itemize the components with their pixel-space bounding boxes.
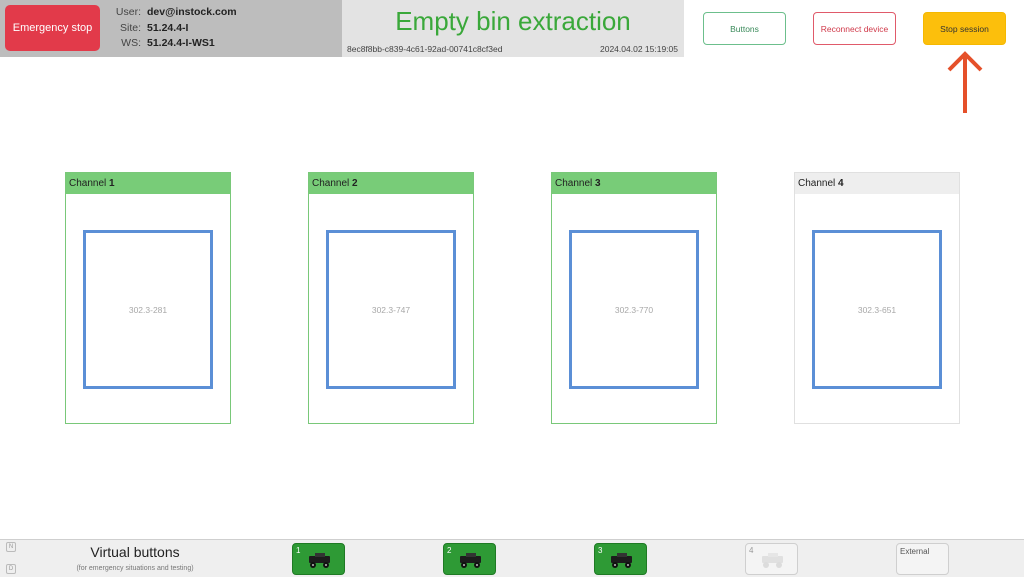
header-left-panel: Emergency stop User: dev@instock.com Site… (0, 0, 342, 57)
channel-label: Channel (69, 178, 107, 189)
robot-cart-icon (611, 553, 632, 568)
channel-number: 1 (109, 178, 115, 189)
user-value: dev@instock.com (147, 6, 237, 18)
session-info: User: dev@instock.com Site: 51.24.4-I WS: 5… (108, 5, 237, 52)
channel-header: Channel 2 (309, 173, 473, 194)
external-button[interactable]: External (896, 543, 949, 575)
channel-label: Channel (312, 178, 350, 189)
robot-cart-icon (460, 553, 481, 568)
virtual-button-number: 1 (296, 546, 301, 555)
reconnect-device-button[interactable]: Reconnect device (813, 12, 896, 45)
bin: 302.3-770 (569, 230, 699, 389)
channel-label: Channel (555, 178, 593, 189)
user-label: User: (115, 6, 141, 18)
site-value: 51.24.4-I (147, 21, 189, 34)
virtual-button-number: 3 (598, 546, 603, 555)
virtual-buttons-subtitle: (for emergency situations and testing) (76, 565, 194, 572)
emergency-stop-button[interactable]: Emergency stop (5, 5, 100, 51)
d-toggle[interactable]: D (6, 564, 16, 574)
channel-card-1: Channel 1 302.3-281 (65, 172, 231, 424)
site-label: Site: (119, 21, 141, 34)
bin-id: 302.3-770 (614, 304, 654, 315)
stop-session-button[interactable]: Stop session (923, 12, 1006, 45)
bin-id: 302.3-651 (857, 304, 897, 315)
ws-value: 51.24.4-I-WS1 (147, 37, 215, 49)
channel-number: 3 (595, 178, 601, 189)
ws-label: WS: (121, 37, 141, 49)
header-center-panel: Empty bin extraction 8ec8f8bb-c839-4c61-… (342, 0, 684, 57)
robot-cart-icon (309, 553, 330, 568)
bin: 302.3-651 (812, 230, 942, 389)
bin: 302.3-281 (83, 230, 213, 389)
buttons-button[interactable]: Buttons (703, 12, 786, 45)
arrow-up-icon (947, 51, 983, 113)
robot-cart-icon (762, 553, 783, 568)
virtual-button-1[interactable]: 1 (292, 543, 345, 575)
bin-id: 302.3-747 (371, 304, 411, 315)
session-id: 8ec8f8bb-c839-4c61-92ad-00741c8cf3ed (347, 44, 503, 54)
virtual-button-number: 2 (447, 546, 452, 555)
channel-label: Channel (798, 178, 836, 189)
timestamp: 2024.04.02 15:19:05 (600, 44, 678, 54)
n-toggle[interactable]: N (6, 542, 16, 552)
virtual-button-3[interactable]: 3 (594, 543, 647, 575)
bin: 302.3-747 (326, 230, 456, 389)
virtual-button-number: 4 (749, 546, 754, 555)
channel-header: Channel 3 (552, 173, 716, 194)
channel-number: 4 (838, 178, 844, 189)
header-right-panel: Buttons Reconnect device Stop session (684, 0, 1024, 57)
virtual-button-4[interactable]: 4 (745, 543, 798, 575)
channel-card-2: Channel 2 302.3-747 (308, 172, 474, 424)
channel-header: Channel 1 (66, 173, 230, 194)
page-title: Empty bin extraction (395, 6, 631, 36)
virtual-buttons-bar: N D Virtual buttons (for emergency situa… (0, 539, 1024, 577)
virtual-button-2[interactable]: 2 (443, 543, 496, 575)
bin-id: 302.3-281 (128, 304, 168, 315)
channel-header: Channel 4 (795, 173, 959, 194)
channel-number: 2 (352, 178, 358, 189)
external-label: External (900, 547, 930, 556)
virtual-buttons-title: Virtual buttons (90, 544, 180, 560)
channel-card-4: Channel 4 302.3-651 (794, 172, 960, 424)
channel-card-3: Channel 3 302.3-770 (551, 172, 717, 424)
header: Emergency stop User: dev@instock.com Site… (0, 0, 1024, 57)
